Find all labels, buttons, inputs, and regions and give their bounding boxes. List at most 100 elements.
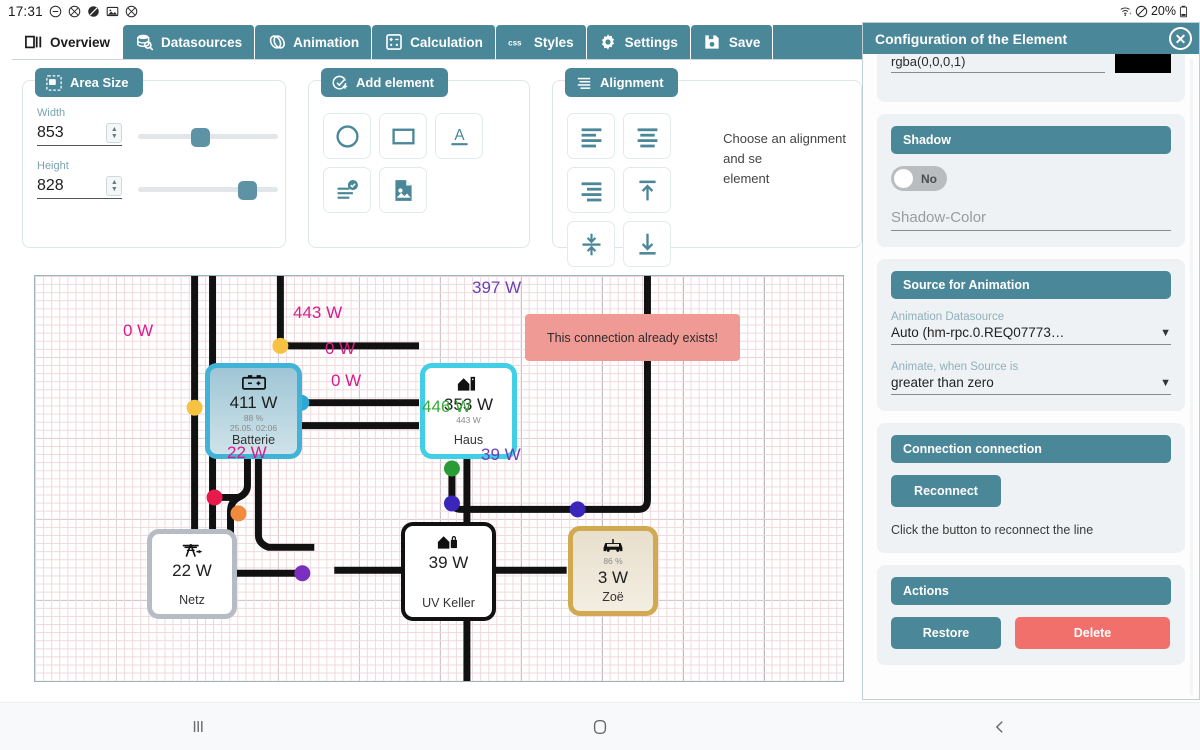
- add-circle-check-icon: [331, 74, 348, 91]
- node-uv-keller[interactable]: 39 W UV Keller: [401, 522, 496, 621]
- tab-calculation-label: Calculation: [410, 34, 483, 50]
- shadow-toggle[interactable]: No: [891, 166, 947, 191]
- tab-settings-label: Settings: [624, 34, 678, 50]
- node-netz[interactable]: 22 W Netz: [147, 529, 237, 619]
- power-pylon-icon: [181, 539, 204, 559]
- text-letter-icon[interactable]: A: [435, 113, 483, 159]
- wifi-icon: +: [1119, 5, 1132, 18]
- battery-icon: [1179, 5, 1192, 18]
- align-top-icon[interactable]: [623, 167, 671, 213]
- node-batterie-timestamp: 25.05. 02:06: [229, 423, 278, 433]
- alignment-card: Alignment Choose an alignment and se ele…: [552, 68, 862, 267]
- flow-label-22w: 22 W: [227, 443, 267, 462]
- clipped-color-section: rgba(0,0,0,1): [877, 54, 1185, 102]
- svg-text:css: css: [508, 39, 522, 48]
- node-batterie-soc: 88 %: [243, 413, 264, 423]
- align-middle-icon[interactable]: [567, 221, 615, 267]
- height-stepper[interactable]: ▲ ▼: [106, 176, 123, 196]
- image-icon: [106, 5, 119, 18]
- source-section-title: Source for Animation: [891, 271, 1171, 299]
- height-label: Height: [37, 160, 69, 172]
- animation-datasource-label: Animation Datasource: [891, 311, 1005, 323]
- actions-button-row: Restore Delete: [891, 617, 1171, 649]
- close-circle-icon[interactable]: ✕: [1169, 27, 1192, 50]
- tab-overview-label: Overview: [50, 34, 111, 50]
- shadow-section-title: Shadow: [891, 126, 1171, 154]
- align-bottom-icon[interactable]: [623, 221, 671, 267]
- add-element-card-title: Add element: [321, 68, 449, 97]
- tab-datasources-label: Datasources: [161, 34, 243, 50]
- align-left-icon[interactable]: [567, 113, 615, 159]
- width-value: 853: [37, 124, 64, 141]
- alignment-card-title: Alignment: [565, 68, 678, 97]
- flow-label-443w: 443 W: [293, 303, 343, 322]
- connection-section: Connection connection Reconnect Click th…: [877, 423, 1185, 553]
- node-netz-label: Netz: [179, 593, 205, 607]
- reconnect-button[interactable]: Reconnect: [891, 475, 1001, 507]
- height-input[interactable]: 828 ▲ ▼: [37, 176, 123, 199]
- main-tab-bar[interactable]: Overview Datasources Animation Calculati…: [12, 25, 868, 59]
- flow-label-397w: 397 W: [472, 278, 522, 297]
- restore-button[interactable]: Restore: [891, 617, 1001, 649]
- width-input[interactable]: 853 ▲ ▼: [37, 123, 123, 146]
- chevron-down-icon: ▼: [1160, 326, 1171, 339]
- animate-condition-select[interactable]: greater than zero ▼: [891, 375, 1171, 395]
- actions-section-title: Actions: [891, 577, 1171, 605]
- area-size-title-label: Area Size: [70, 75, 129, 90]
- connection-section-title: Connection connection: [891, 435, 1171, 463]
- status-clock: 17:31: [8, 3, 43, 19]
- minus-circle-icon: [49, 5, 62, 18]
- tab-settings[interactable]: Settings: [586, 25, 691, 59]
- config-panel-body[interactable]: rgba(0,0,0,1) Shadow No Shadow-Color Sou…: [863, 54, 1199, 699]
- back-icon[interactable]: [800, 718, 1200, 736]
- shadow-color-input[interactable]: Shadow-Color: [891, 209, 1171, 231]
- actions-section: Actions Restore Delete: [877, 565, 1185, 665]
- diagram-canvas[interactable]: 411 W 88 % 25.05. 02:06 Batterie 353 W 4…: [34, 275, 844, 682]
- align-center-icon[interactable]: [623, 113, 671, 159]
- height-slider-thumb[interactable]: [238, 181, 258, 200]
- tab-calculation[interactable]: Calculation: [372, 25, 496, 59]
- rectangle-shape-icon[interactable]: [379, 113, 427, 159]
- shadow-toggle-label: No: [921, 171, 937, 186]
- tab-animation[interactable]: Animation: [255, 25, 373, 59]
- width-field-group: Width 853 ▲ ▼: [37, 107, 279, 147]
- tab-overview[interactable]: Overview: [12, 25, 124, 59]
- list-check-icon[interactable]: [323, 167, 371, 213]
- add-element-card: Add element A: [308, 68, 530, 248]
- animation-datasource-select[interactable]: Auto (hm-rpc.0.REQ07773… ▼: [891, 325, 1171, 345]
- circle-shape-icon[interactable]: [323, 113, 371, 159]
- width-slider[interactable]: [138, 126, 279, 147]
- width-row: 853 ▲ ▼: [37, 123, 279, 147]
- config-panel-scrollbar[interactable]: [1190, 59, 1193, 695]
- android-nav-bar[interactable]: [0, 702, 1200, 750]
- alignment-lines-icon: [575, 74, 592, 91]
- clipped-color-row[interactable]: rgba(0,0,0,1): [891, 54, 1171, 73]
- node-netz-power: 22 W: [172, 561, 212, 580]
- clipped-color-value[interactable]: rgba(0,0,0,1): [891, 54, 1105, 73]
- animation-datasource-value: Auto (hm-rpc.0.REQ07773…: [891, 325, 1065, 340]
- house-factory-icon: [457, 373, 480, 393]
- node-haus-label: Haus: [453, 433, 484, 447]
- align-right-icon[interactable]: [567, 167, 615, 213]
- home-icon[interactable]: [400, 718, 800, 736]
- tab-styles[interactable]: css Styles: [495, 25, 587, 59]
- gear-icon: [599, 33, 618, 52]
- tab-datasources[interactable]: Datasources: [123, 25, 256, 59]
- node-zoe[interactable]: 86 % 3 W Zoë: [568, 526, 658, 616]
- color-swatch[interactable]: [1115, 54, 1171, 73]
- height-field-group: Height 828 ▲ ▼: [37, 160, 279, 200]
- alignment-title-label: Alignment: [600, 75, 664, 90]
- width-slider-thumb[interactable]: [191, 128, 211, 147]
- image-file-icon[interactable]: [379, 167, 427, 213]
- shadow-toggle-row[interactable]: No: [891, 166, 1171, 191]
- flow-label-446w: 446 W: [422, 397, 472, 416]
- element-configuration-panel: Configuration of the Element ✕ rgba(0,0,…: [862, 22, 1200, 700]
- alignment-hint: Choose an alignment and se element: [723, 129, 847, 233]
- height-value: 828: [37, 177, 64, 194]
- area-size-icon: [45, 74, 62, 91]
- recents-icon[interactable]: [0, 718, 400, 735]
- width-stepper[interactable]: ▲ ▼: [106, 123, 123, 143]
- tab-save[interactable]: Save: [690, 25, 774, 59]
- delete-button[interactable]: Delete: [1015, 617, 1170, 649]
- height-slider[interactable]: [138, 179, 279, 200]
